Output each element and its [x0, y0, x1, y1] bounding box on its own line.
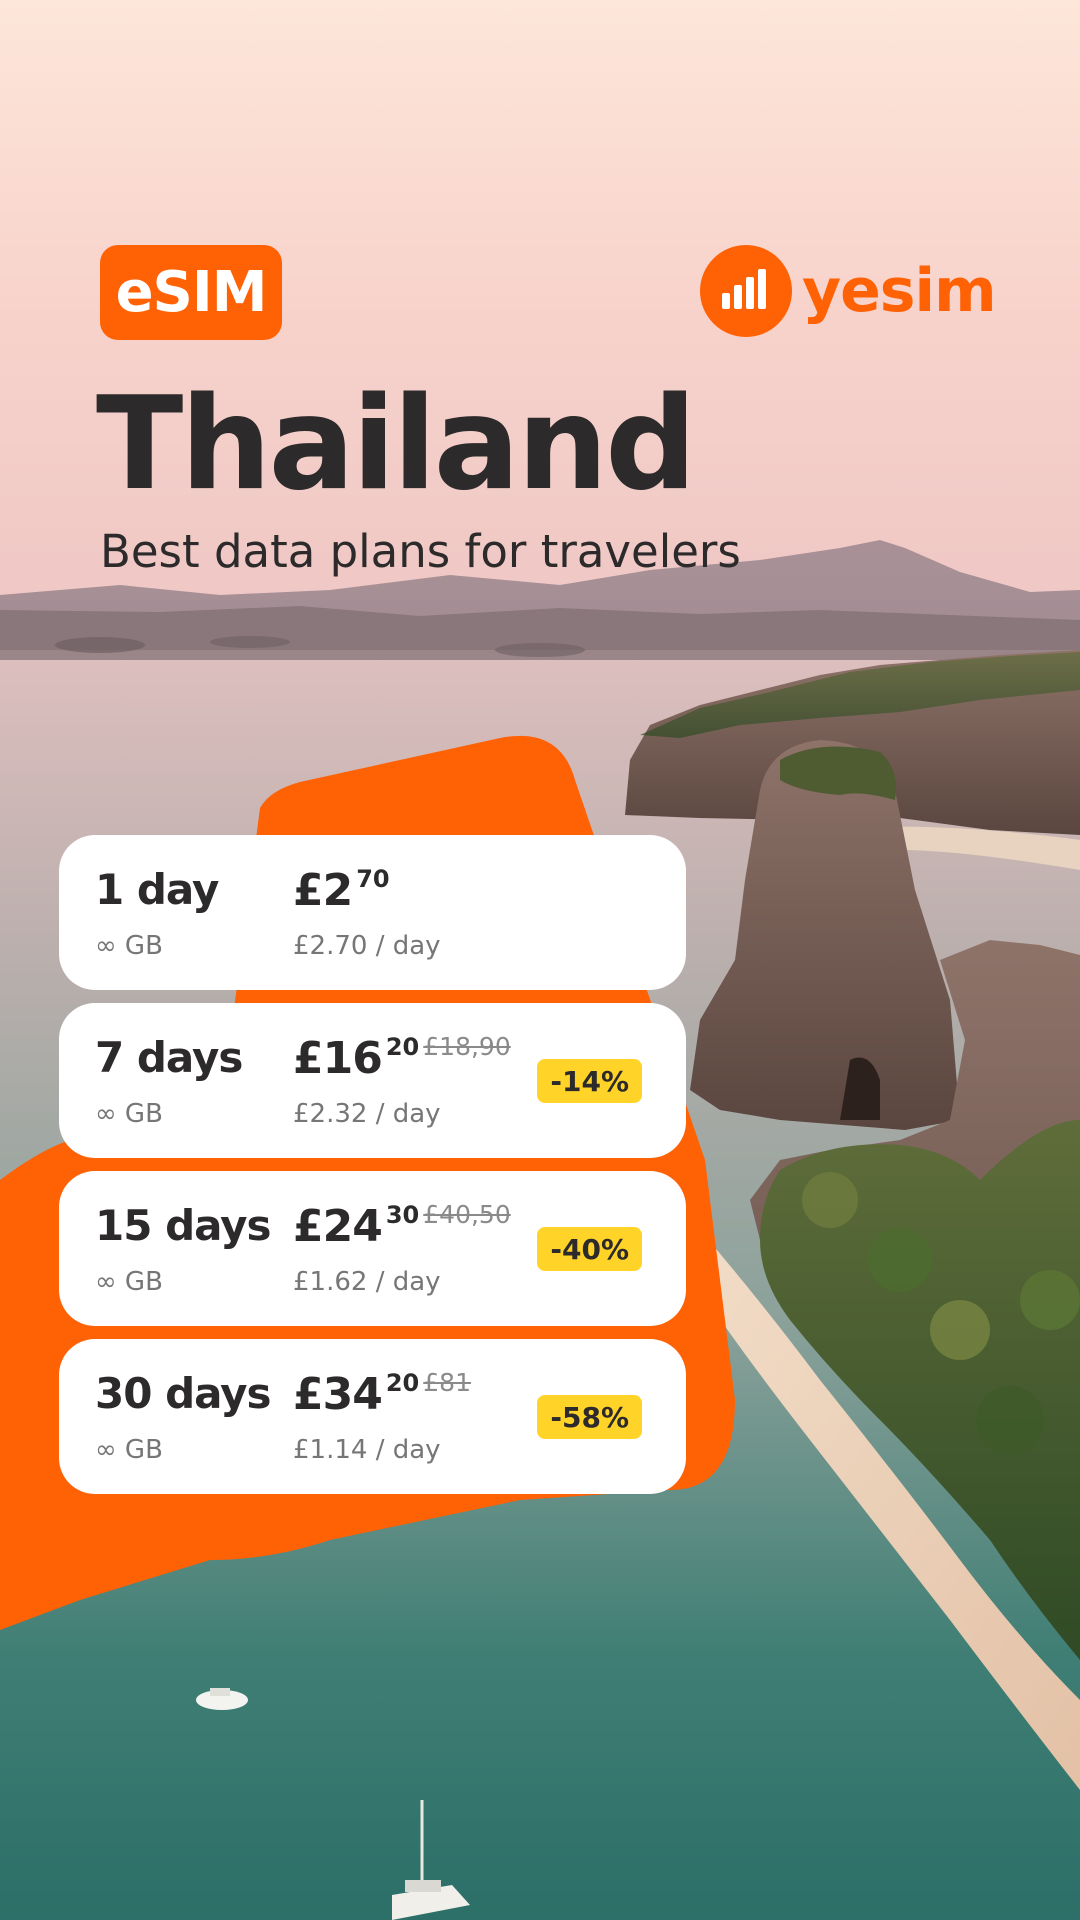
- brand-logo: yesim: [700, 245, 997, 337]
- esim-badge: eSIM: [100, 245, 282, 340]
- plan-card-30-days[interactable]: 30 days ∞ GB £34 20 £81 £1.14 / day -58%: [59, 1339, 686, 1494]
- plan-data-amount: ∞ GB: [95, 1099, 163, 1129]
- plan-duration: 7 days: [95, 1033, 243, 1082]
- page-subtitle: Best data plans for travelers: [100, 525, 741, 578]
- price-cents: 70: [356, 865, 390, 893]
- brand-name: yesim: [802, 256, 997, 326]
- price-main: £16: [293, 1033, 383, 1084]
- page-title: Thailand: [96, 370, 697, 519]
- plan-duration: 15 days: [95, 1201, 272, 1250]
- plan-price: £16 20 £18,90: [293, 1032, 511, 1084]
- price-main: £24: [293, 1201, 383, 1252]
- discount-badge: -58%: [537, 1395, 642, 1439]
- price-per-day: £2.32 / day: [293, 1099, 441, 1129]
- plan-card-1-day[interactable]: 1 day ∞ GB £2 70 £2.70 / day: [59, 835, 686, 990]
- plan-price: £2 70: [293, 865, 390, 916]
- plan-price: £24 30 £40,50: [293, 1200, 511, 1252]
- price-per-day: £1.14 / day: [293, 1435, 441, 1465]
- price-main: £2: [293, 865, 353, 916]
- price-old: £40,50: [423, 1200, 511, 1229]
- price-cents: 30: [385, 1201, 420, 1229]
- plan-duration: 30 days: [95, 1369, 272, 1418]
- price-cents: 20: [385, 1033, 420, 1061]
- plan-data-amount: ∞ GB: [95, 931, 163, 961]
- price-old: £18,90: [423, 1032, 511, 1061]
- plan-card-7-days[interactable]: 7 days ∞ GB £16 20 £18,90 £2.32 / day -14%: [59, 1003, 686, 1158]
- price-per-day: £2.70 / day: [293, 931, 441, 961]
- discount-badge: -14%: [537, 1059, 642, 1103]
- price-main: £34: [293, 1369, 383, 1420]
- plan-card-15-days[interactable]: 15 days ∞ GB £24 30 £40,50 £1.62 / day -40…: [59, 1171, 686, 1326]
- price-old: £81: [423, 1368, 471, 1397]
- discount-badge: -40%: [537, 1227, 642, 1271]
- plan-data-amount: ∞ GB: [95, 1435, 163, 1465]
- price-per-day: £1.62 / day: [293, 1267, 441, 1297]
- price-cents: 20: [385, 1369, 420, 1397]
- plan-price: £34 20 £81: [293, 1368, 471, 1420]
- plan-duration: 1 day: [95, 865, 219, 914]
- signal-bars-icon: [700, 245, 792, 337]
- plan-data-amount: ∞ GB: [95, 1267, 163, 1297]
